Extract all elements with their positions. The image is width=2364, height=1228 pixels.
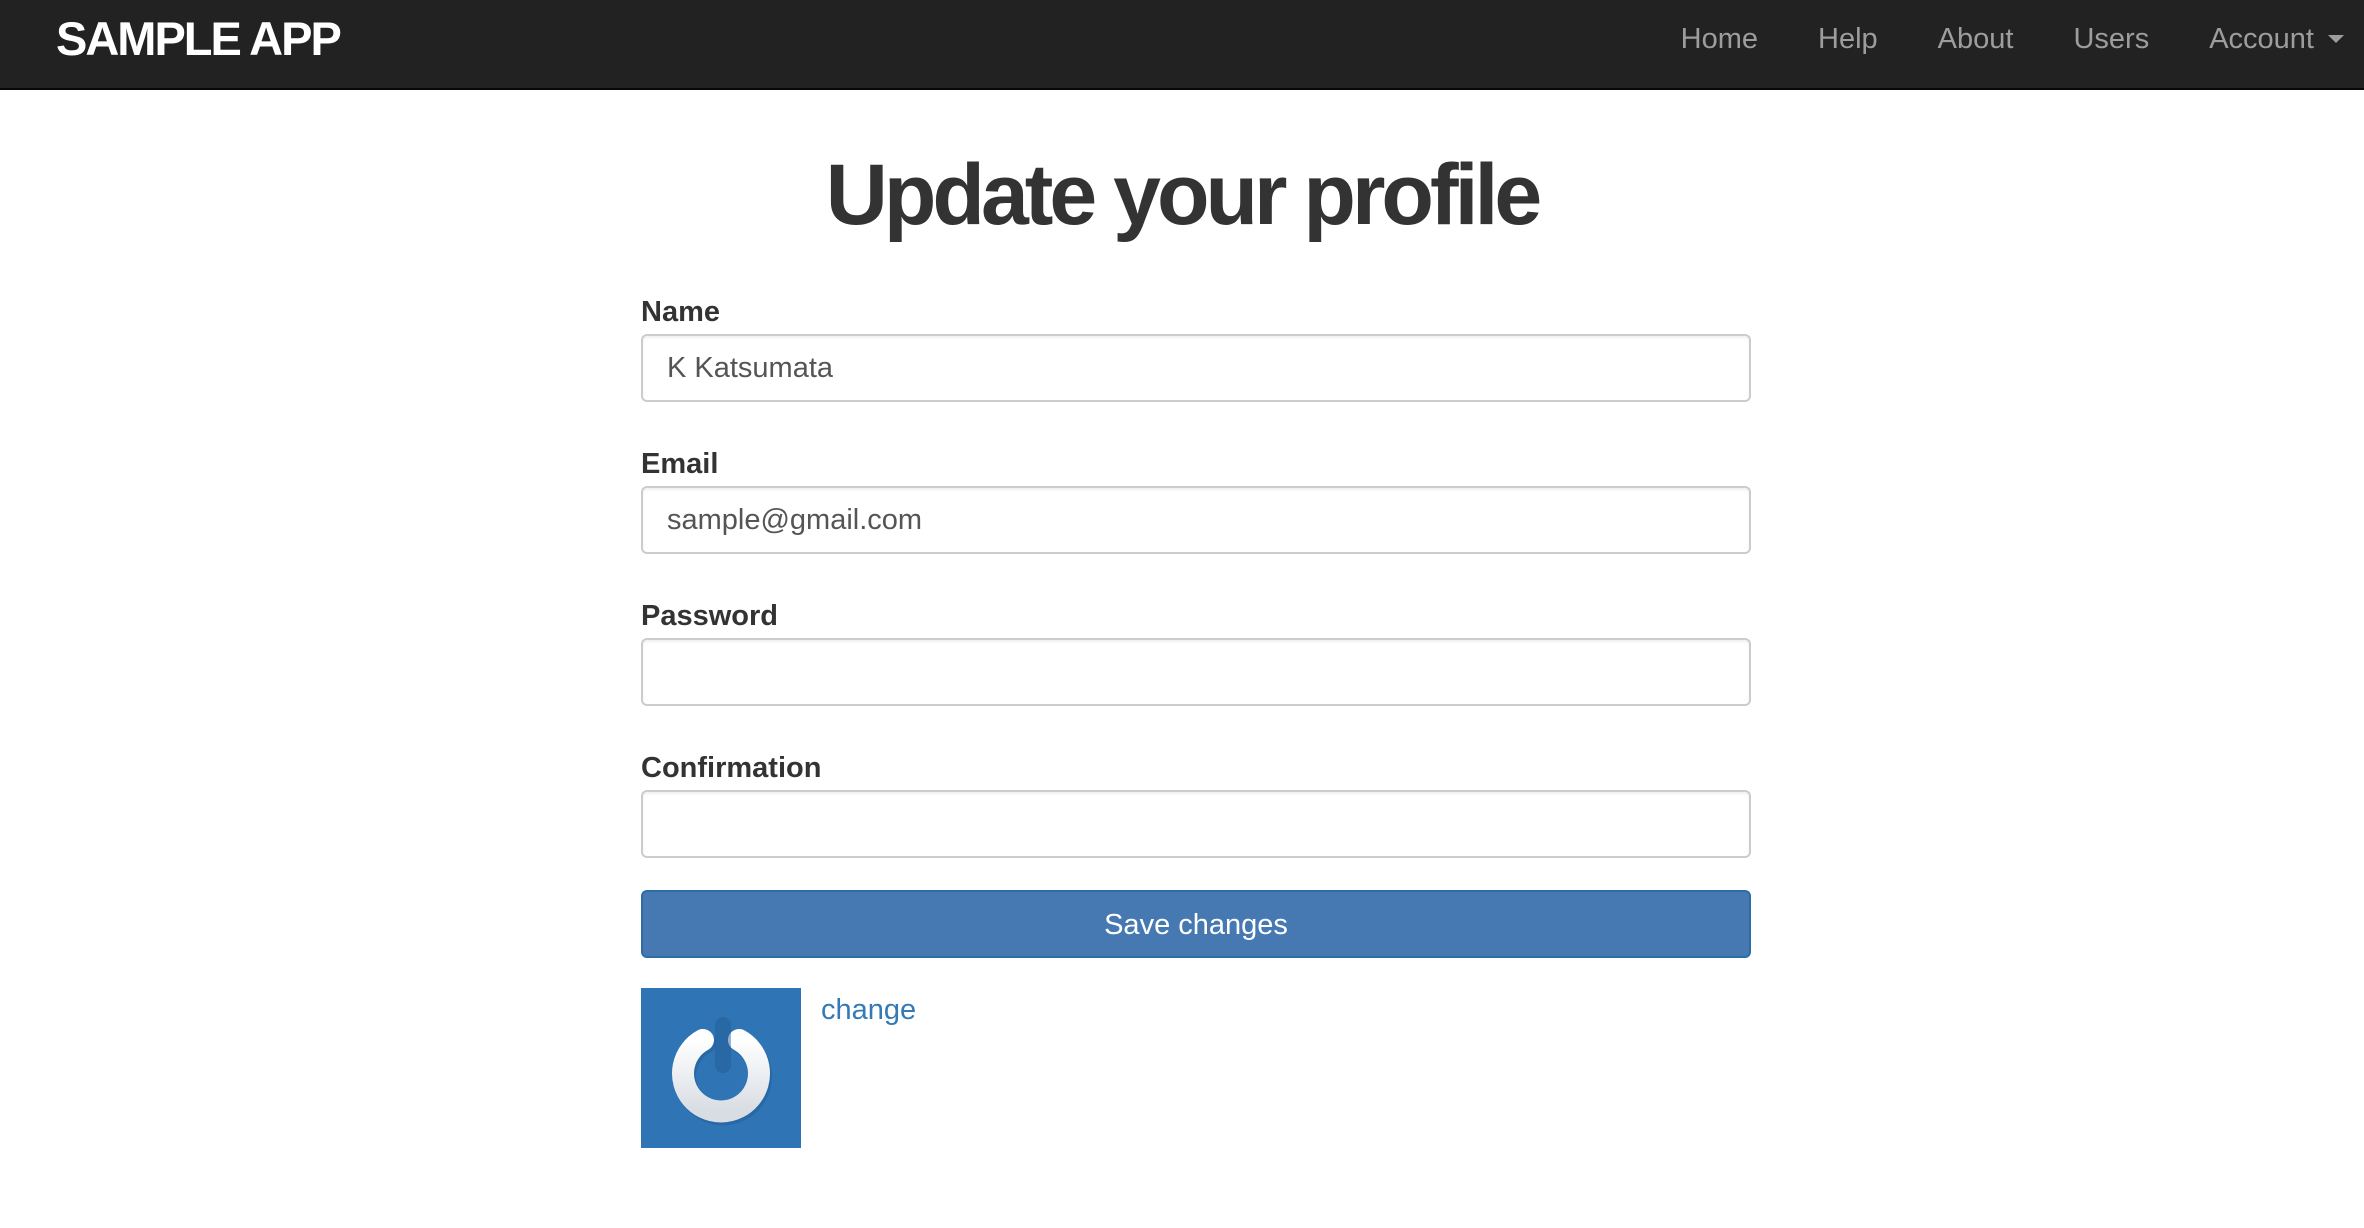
confirmation-label: Confirmation: [641, 752, 822, 784]
edit-profile-form: Name Email Password Confirmation Save ch…: [641, 290, 1751, 1148]
nav-account-dropdown[interactable]: Account: [2179, 0, 2344, 78]
password-label: Password: [641, 600, 778, 632]
email-label: Email: [641, 448, 719, 480]
password-input[interactable]: [641, 638, 1751, 706]
page-title: Update your profile: [825, 147, 1542, 243]
caret-down-icon: [2328, 35, 2344, 43]
email-input[interactable]: [641, 486, 1751, 554]
nav-home-link[interactable]: Home: [1651, 0, 1788, 78]
top-navbar: SAMPLE APP Home Help About Users Account: [0, 0, 2364, 90]
name-input[interactable]: [641, 334, 1751, 402]
brand-logo-link[interactable]: SAMPLE APP: [56, 0, 342, 78]
gravatar-section: change: [641, 988, 1751, 1148]
confirmation-input[interactable]: [641, 790, 1751, 858]
change-avatar-link[interactable]: change: [821, 988, 916, 1032]
power-icon: [672, 1014, 772, 1126]
nav-about-link[interactable]: About: [1908, 0, 2044, 78]
nav-users-link[interactable]: Users: [2043, 0, 2179, 78]
save-changes-button[interactable]: Save changes: [641, 890, 1751, 958]
name-label: Name: [641, 296, 720, 328]
nav-help-link[interactable]: Help: [1788, 0, 1908, 78]
nav-menu: Home Help About Users Account: [1651, 0, 2344, 78]
nav-account-label: Account: [2209, 23, 2314, 55]
avatar: [641, 988, 801, 1148]
